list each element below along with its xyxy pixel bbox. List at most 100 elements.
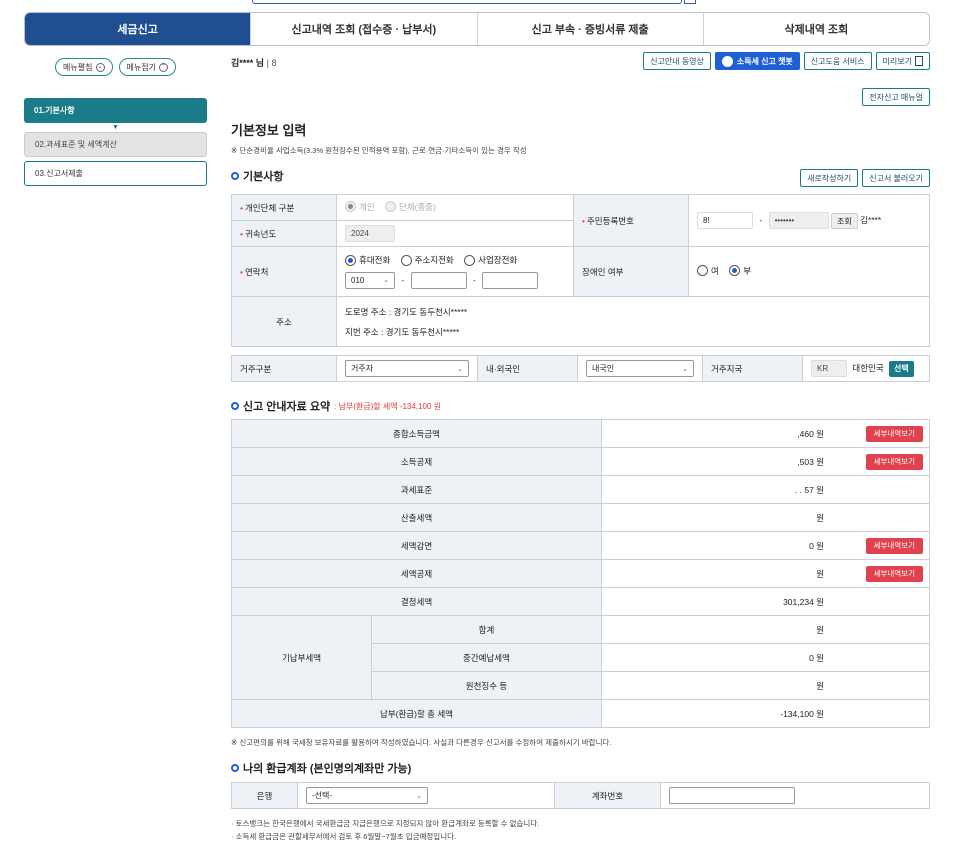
refund-heading-text: 나의 환급계좌 (본인명의계좌만 가능) [243, 763, 412, 775]
guide-video-button[interactable]: 신고안내 동영상 [643, 52, 711, 70]
tab-attachments[interactable]: 신고 부속 · 증빙서류 제출 [476, 13, 703, 45]
chevron-up-icon: ⌃ [158, 62, 168, 72]
type-individual-label: 개인 [359, 201, 375, 212]
document-icon [915, 56, 923, 66]
summary-heading: 신고 안내자료 요약: 납부(환급)할 세액 -134,100 원 [231, 398, 441, 414]
basic-table: 개인단체 구분 개인 단체(종중) 주민등록번호 8! - ••••••• 조회… [231, 194, 930, 347]
rrn-front-field[interactable]: 8! [697, 212, 753, 229]
contact-mobile-label: 휴대전화 [359, 255, 391, 266]
summary-row-label: 과세표준 [231, 475, 602, 504]
top-search-strip [252, 0, 682, 4]
prepaid-row-value: 0 원 [601, 643, 930, 672]
phone-prefix-value: 010 [351, 275, 365, 285]
summary-row-value: 원 [601, 503, 930, 532]
chevron-down-icon: ⌄ [383, 277, 389, 285]
basic-heading: 기본사항 [231, 168, 283, 184]
tab-filing-history[interactable]: 신고내역 조회 (접수증 · 납부서) [250, 13, 477, 45]
preview-button[interactable]: 미리보기 [875, 52, 930, 70]
disabled-yes-radio[interactable]: 여 [697, 265, 719, 277]
rrn-back-field[interactable]: ••••••• [768, 212, 829, 229]
country-name: 대한민국 [852, 362, 884, 373]
page-note: ※ 단순경비율 사업소득(3.3% 원천징수된 인적용역 포함), 근로·연금·… [231, 146, 527, 155]
type-individual-radio[interactable]: 개인 [345, 201, 375, 213]
user-info: 김**** 님 | 8 [231, 56, 276, 69]
summary-row-value: 301,234 원 [601, 587, 930, 616]
menu-expand-button[interactable]: 메뉴펼침 ⌄ [55, 58, 113, 76]
chatbot-button[interactable]: 소득세 신고 챗봇 [714, 52, 800, 70]
summary-row-label: 산출세액 [231, 503, 602, 532]
detail-button[interactable]: 세부내역보기 [865, 566, 923, 582]
contact-home-radio[interactable]: 주소지전화 [400, 254, 454, 266]
type-label: 개인단체 구분 [231, 194, 337, 221]
bullet-icon [231, 402, 239, 410]
residence-select[interactable]: 거주자 ⌄ [345, 360, 469, 377]
contact-home-label: 주소지전화 [414, 255, 454, 266]
phone-last-field[interactable] [482, 271, 539, 289]
country-select-button[interactable]: 선택 [889, 360, 914, 377]
menu-collapse-button[interactable]: 메뉴접기 ⌃ [118, 58, 176, 76]
phone-middle-field[interactable] [410, 271, 467, 289]
refund-note-2: · 소득세 환급금은 관할세무서에서 검토 후 6월말~7월초 입금예정입니다. [231, 832, 457, 841]
summary-value-text: ,503 원 [797, 456, 824, 467]
detail-button[interactable]: 세부내역보기 [865, 426, 923, 442]
disabled-no-radio[interactable]: 부 [729, 265, 751, 277]
summary-row-label: 세액감면 [231, 531, 602, 560]
top-search-button[interactable] [684, 0, 696, 4]
summary-table: 종합소득금액 ,460 원 세부내역보기 소득공제 ,503 원 세부내역보기 과세표준. … [231, 419, 930, 728]
load-return-button[interactable]: 신고서 불러오기 [862, 169, 930, 187]
year-field: 2024 [345, 225, 395, 242]
user-name: 김**** 님 [231, 58, 265, 68]
type-group-label: 단체(종중) [399, 201, 436, 212]
bank-label: 은행 [231, 782, 298, 809]
sidebar: 메뉴펼침 ⌄ 메뉴접기 ⌃ 01.기본사항 ▼ 02.과세표준 및 세액계산 03.… [24, 58, 207, 190]
bullet-icon [231, 764, 239, 772]
chevron-down-icon: ⌄ [416, 792, 422, 800]
rrn-name: 김**** [860, 214, 882, 225]
sidebar-item-submit[interactable]: 03.신고서제출 [24, 161, 207, 186]
tab-tax-filing[interactable]: 세금신고 [25, 13, 251, 45]
summary-value-text: 원 [816, 512, 824, 523]
summary-value-text: . . 57 원 [794, 484, 824, 495]
nationality-select[interactable]: 내국인 ⌄ [586, 360, 694, 377]
detail-button[interactable]: 세부내역보기 [865, 454, 923, 470]
chevron-down-icon: ⌄ [95, 62, 105, 72]
phone-prefix-select[interactable]: 010 ⌄ [345, 271, 395, 289]
sidebar-item-tax-calc[interactable]: 02.과세표준 및 세액계산 [24, 132, 207, 157]
type-group-radio[interactable]: 단체(종중) [385, 201, 436, 213]
tab-deleted-history[interactable]: 삭제내역 조회 [702, 13, 929, 45]
summary-row-value: 0 원 세부내역보기 [601, 531, 930, 560]
user-separator: | [266, 58, 269, 68]
chevron-down-icon: ⌄ [457, 365, 463, 373]
refund-note-1: · 토스뱅크는 한국은행에서 국세환급금 지급은행으로 지정되지 않아 환급계좌… [231, 819, 540, 828]
summary-value-text: 301,234 원 [783, 596, 824, 607]
step-arrow-icon: ▼ [112, 124, 119, 131]
data-note: ※ 신고편의를 위해 국세청 보유자료를 활용하여 작성하였습니다. 사실과 다… [231, 738, 612, 747]
disabled-no-label: 부 [743, 265, 752, 276]
bank-select[interactable]: -선택- ⌄ [306, 787, 428, 804]
user-id: 8 [271, 58, 277, 68]
new-write-button[interactable]: 새로작성하기 [800, 169, 859, 187]
summary-value-text: 0 원 [809, 540, 824, 551]
summary-row-value: . . 57 원 [601, 475, 930, 504]
summary-row-label: 소득공제 [231, 447, 602, 476]
account-field[interactable] [669, 787, 795, 804]
residence-table: 거주구분 거주자 ⌄ 내·외국인 내국인 ⌄ 거주지국 KR 대한민국 선택 [231, 355, 930, 382]
summary-row-value: ,460 원 세부내역보기 [601, 419, 930, 448]
rrn-lookup-button[interactable]: 조회 [830, 212, 858, 229]
prepaid-row-label: 합계 [371, 615, 602, 644]
rrn-label: 주민등록번호 [573, 194, 689, 247]
jibun-address: 지번 주소 : 경기도 동두천시***** [345, 326, 460, 337]
refund-table: 은행 -선택- ⌄ 계좌번호 [231, 782, 930, 809]
contact-mobile-radio[interactable]: 휴대전화 [345, 254, 390, 266]
sidebar-item-basic[interactable]: 01.기본사항 [24, 98, 207, 123]
menu-expand-label: 메뉴펼침 [63, 62, 93, 72]
year-label: 귀속년도 [231, 220, 337, 247]
chevron-down-icon: ⌄ [682, 365, 688, 373]
address-label: 주소 [231, 296, 337, 347]
manual-button[interactable]: 전자신고 매뉴얼 [862, 88, 930, 106]
nationality-value: 내국인 [592, 364, 615, 373]
contact-office-radio[interactable]: 사업장전화 [464, 254, 517, 266]
help-service-button[interactable]: 신고도움 서비스 [803, 52, 872, 70]
total-label: 납부(환급)할 총 세액 [231, 699, 602, 728]
detail-button[interactable]: 세부내역보기 [865, 538, 923, 554]
